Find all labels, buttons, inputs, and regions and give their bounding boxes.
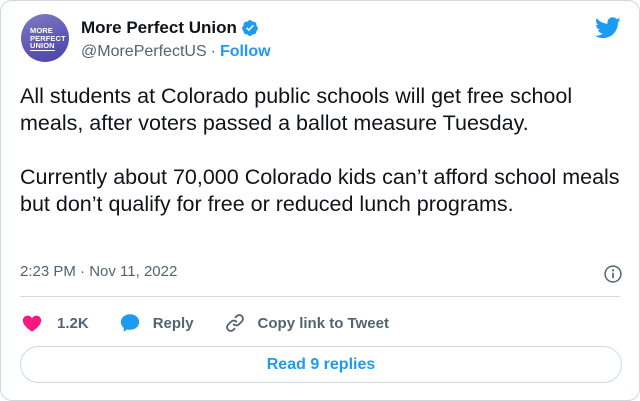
- verified-badge-icon: [241, 20, 258, 36]
- author-handle-row: @MorePerfectUS · Follow: [81, 43, 271, 61]
- divider: [20, 296, 620, 297]
- avatar[interactable]: MORE PERFECT UNION: [21, 14, 69, 62]
- copy-link-button[interactable]: Copy link to Tweet: [224, 312, 389, 334]
- copy-link-label: Copy link to Tweet: [257, 314, 389, 332]
- read-replies-label: Read 9 replies: [266, 355, 376, 373]
- avatar-logo: MORE PERFECT UNION: [30, 27, 66, 51]
- likes-count: 1.2K: [57, 314, 89, 332]
- author-name[interactable]: More Perfect Union: [81, 18, 237, 38]
- read-replies-button[interactable]: Read 9 replies: [20, 346, 622, 383]
- reply-button[interactable]: Reply: [119, 312, 194, 334]
- like-button[interactable]: 1.2K: [21, 312, 89, 334]
- avatar-logo-line-3: UNION: [30, 41, 55, 51]
- author-name-row: More Perfect Union: [81, 17, 259, 39]
- tweet-card: MORE PERFECT UNION More Perfect Union @M…: [0, 0, 640, 401]
- heart-icon: [22, 315, 42, 332]
- tweet-text: All students at Colorado public schools …: [20, 83, 620, 218]
- reply-bubble-icon: [120, 314, 139, 332]
- follow-button[interactable]: Follow: [220, 43, 271, 61]
- action-bar: 1.2K Reply Copy link to Tweet: [21, 310, 389, 336]
- link-icon: [225, 314, 244, 332]
- tweet-paragraph-1: All students at Colorado public schools …: [20, 84, 573, 135]
- info-icon[interactable]: [603, 264, 623, 284]
- separator-dot: ·: [210, 43, 216, 60]
- tweet-paragraph-2: Currently about 70,000 Colorado kids can…: [20, 165, 620, 216]
- twitter-bird-icon[interactable]: [595, 17, 621, 39]
- reply-label: Reply: [152, 314, 194, 332]
- author-handle[interactable]: @MorePerfectUS: [81, 43, 207, 61]
- tweet-timestamp[interactable]: 2:23 PM · Nov 11, 2022: [20, 263, 177, 280]
